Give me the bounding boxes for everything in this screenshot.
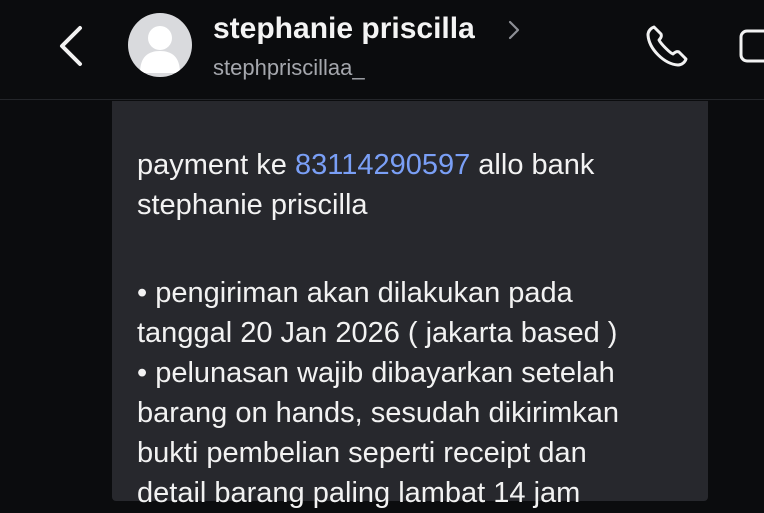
contact-name[interactable]: stephanie priscilla xyxy=(213,12,475,46)
message-text-fragment: payment ke xyxy=(137,149,295,181)
back-button[interactable] xyxy=(52,22,92,70)
message-text: payment ke 83114290597 allo bank stephan… xyxy=(137,145,697,513)
contact-handle[interactable]: stephpriscillaa_ xyxy=(213,55,365,81)
message-line: bukti pembelian seperti receipt dan xyxy=(137,437,587,469)
message-line: • pengiriman akan dilakukan pada xyxy=(137,277,573,309)
phone-number-link[interactable]: 83114290597 xyxy=(295,149,470,181)
message-line: payment ke 83114290597 allo bank xyxy=(137,145,697,185)
phone-icon xyxy=(646,25,688,67)
message-line: detail barang paling lambat 14 jam xyxy=(137,477,581,509)
avatar[interactable] xyxy=(128,13,192,77)
message-line: tanggal 20 Jan 2026 ( jakarta based ) xyxy=(137,317,618,349)
avatar-placeholder-icon xyxy=(140,26,180,73)
message-line: • pelunasan wajib dibayarkan setelah xyxy=(137,357,615,389)
back-chevron-icon xyxy=(60,26,82,66)
chevron-right-icon[interactable] xyxy=(506,18,522,42)
message-line: stephanie priscilla xyxy=(137,189,368,221)
voice-call-button[interactable] xyxy=(644,23,692,69)
video-camera-icon xyxy=(739,29,764,63)
chat-header: stephanie priscilla stephpriscillaa_ xyxy=(0,0,764,100)
video-call-button[interactable] xyxy=(736,26,764,66)
message-line: barang on hands, sesudah dikirimkan xyxy=(137,397,620,429)
message-text-fragment: allo bank xyxy=(470,149,595,181)
